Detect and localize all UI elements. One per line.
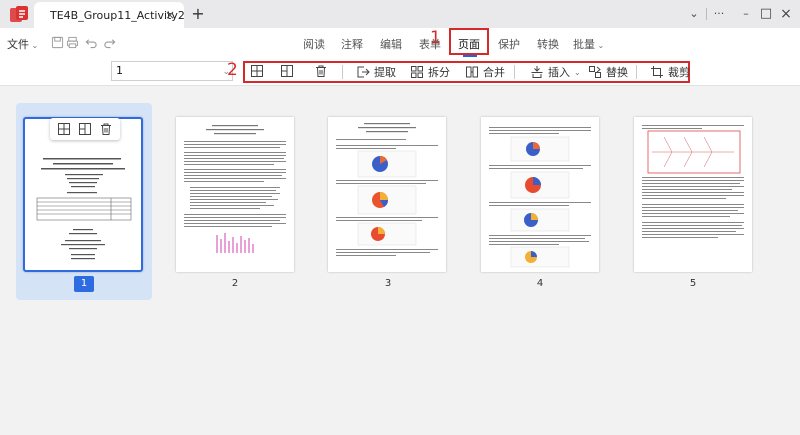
crop-icon	[651, 66, 663, 78]
delete-page-button[interactable]	[314, 64, 328, 78]
file-menu[interactable]: 文件 ⌄	[7, 36, 38, 52]
extract-button[interactable]: 提取	[356, 64, 396, 80]
grid-add-icon	[281, 65, 293, 77]
split-button[interactable]: 拆分	[410, 64, 450, 80]
grid-insert-icon	[251, 65, 263, 77]
tab-close-icon[interactable]: ×	[162, 7, 178, 23]
crop-label: 裁剪	[668, 66, 690, 79]
menu-read[interactable]: 阅读	[303, 36, 325, 52]
menu-batch-label: 批量	[573, 38, 595, 51]
menu-edit[interactable]: 编辑	[380, 36, 402, 52]
file-menu-label: 文件	[7, 38, 29, 51]
page-thumbnail[interactable]	[176, 117, 294, 272]
page-4-content	[489, 127, 591, 268]
crop-button[interactable]: 裁剪	[650, 64, 690, 80]
maximize-button[interactable]: □	[758, 6, 774, 22]
menu-convert[interactable]: 转换	[537, 36, 559, 52]
page-thumbnail[interactable]	[23, 117, 143, 272]
page-number-value: 1	[116, 64, 123, 77]
divider	[514, 65, 515, 79]
menu-batch[interactable]: 批量 ⌄	[573, 36, 604, 52]
replace-button[interactable]: 替换	[588, 64, 628, 80]
page-thumbnail[interactable]	[634, 117, 752, 272]
page-3-content	[336, 123, 438, 256]
page-toolbar: 1 ⌄ 2 提取 拆分 合并 插入 ⌄ 替换 裁剪	[0, 58, 800, 86]
menu-annotate[interactable]: 注释	[341, 36, 363, 52]
page-actions-popup	[50, 118, 120, 140]
app-logo-icon	[8, 5, 30, 23]
divider	[636, 65, 637, 79]
merge-icon	[466, 66, 478, 78]
merge-button[interactable]: 合并	[465, 64, 505, 80]
divider	[706, 8, 707, 20]
extract-label: 提取	[374, 66, 396, 79]
new-tab-button[interactable]: +	[188, 4, 208, 24]
page-number-label[interactable]: 5	[683, 278, 703, 289]
insert-after-icon[interactable]	[78, 122, 92, 136]
menu-bar: 文件 ⌄ 阅读 注释 编辑 表单 页面 保护 转换 批量 ⌄ 1	[0, 28, 800, 58]
chevron-down-icon: ⌄	[574, 67, 581, 77]
insert-label: 插入	[548, 66, 570, 79]
split-label: 拆分	[428, 66, 450, 79]
minimize-button[interactable]: –	[738, 6, 754, 22]
insert-page-after-button[interactable]	[280, 64, 294, 78]
close-button[interactable]: ×	[778, 6, 794, 22]
annotation-number-1: 1	[430, 28, 441, 48]
merge-label: 合并	[483, 66, 505, 79]
page-number-input[interactable]: 1 ⌄	[111, 61, 233, 81]
annotation-number-2: 2	[227, 60, 238, 80]
trash-icon[interactable]	[99, 122, 113, 136]
replace-icon	[589, 66, 601, 78]
document-tab[interactable]: TE4B_Group11_Activity2 ×	[34, 2, 185, 28]
chevron-down-icon[interactable]: ⌄	[686, 6, 702, 22]
more-options-icon[interactable]: ···	[709, 6, 729, 22]
active-menu-indicator	[463, 55, 477, 57]
page-5-content	[642, 125, 744, 238]
page-number-label[interactable]: 3	[378, 278, 398, 289]
replace-label: 替换	[606, 66, 628, 79]
page-1-content	[36, 158, 132, 260]
page-thumbnail[interactable]	[328, 117, 446, 272]
page-number-label[interactable]: 1	[74, 276, 94, 292]
page-thumbnail[interactable]	[481, 117, 599, 272]
print-icon[interactable]	[65, 36, 79, 50]
page-thumbnail-area: 1 2 3 4 5	[0, 86, 800, 435]
extract-icon	[357, 66, 370, 78]
trash-icon	[316, 65, 326, 77]
redo-icon[interactable]	[102, 36, 116, 50]
split-icon	[411, 66, 423, 78]
title-bar: TE4B_Group11_Activity2 × + ⌄ ··· – □ ×	[0, 0, 800, 28]
undo-icon[interactable]	[84, 36, 98, 50]
insert-page-before-button[interactable]	[250, 64, 264, 78]
annotation-box-1	[449, 28, 489, 55]
page-2-content	[184, 125, 286, 253]
insert-before-icon[interactable]	[57, 122, 71, 136]
insert-button[interactable]: 插入 ⌄	[530, 64, 581, 80]
page-number-label[interactable]: 2	[225, 278, 245, 289]
insert-icon	[531, 66, 543, 78]
menu-protect[interactable]: 保护	[498, 36, 520, 52]
save-icon[interactable]	[50, 36, 64, 50]
divider	[342, 65, 343, 79]
page-number-label[interactable]: 4	[530, 278, 550, 289]
